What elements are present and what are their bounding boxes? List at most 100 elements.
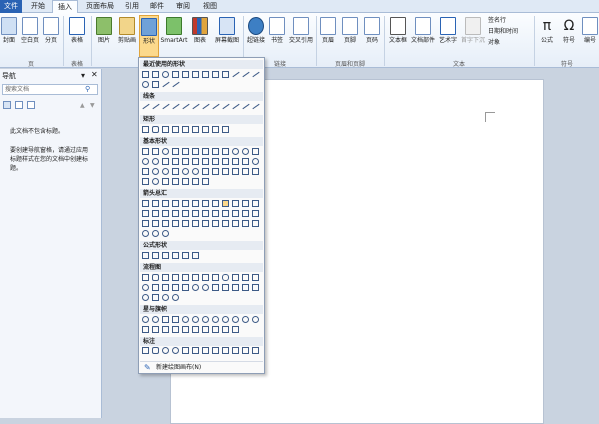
shape-item[interactable] [242, 274, 249, 281]
cross-reference-button[interactable]: 交叉引用 [287, 17, 315, 44]
signature-line-button[interactable]: 签名行 [488, 17, 528, 24]
shape-item[interactable] [202, 126, 209, 133]
shape-item[interactable] [182, 158, 189, 165]
shape-item[interactable] [142, 200, 149, 207]
shape-item[interactable] [152, 252, 159, 259]
shape-item[interactable] [232, 148, 239, 155]
picture-button[interactable]: 图片 [93, 17, 115, 44]
shape-item[interactable] [152, 210, 159, 217]
shape-item[interactable] [242, 168, 249, 175]
shape-item[interactable] [232, 347, 239, 354]
shape-item[interactable] [142, 178, 149, 185]
shape-item[interactable] [222, 168, 229, 175]
shape-item[interactable] [242, 210, 249, 217]
header-button[interactable]: 页眉 [319, 17, 337, 44]
new-drawing-canvas-item[interactable]: ✎ 新建绘图画布(N) [140, 361, 263, 373]
line-shape-item[interactable] [172, 103, 180, 110]
line-shape-item[interactable] [252, 71, 260, 78]
shape-item[interactable] [172, 200, 179, 207]
next-arrow-icon[interactable]: ▼ [90, 102, 95, 109]
pane-menu-icon[interactable]: ▾ [81, 71, 85, 80]
equation-button[interactable]: π 公式 [538, 17, 556, 44]
shape-item[interactable] [172, 252, 179, 259]
shape-item[interactable] [202, 316, 209, 323]
shape-item[interactable] [152, 158, 159, 165]
shape-item[interactable] [192, 178, 199, 185]
line-shape-item[interactable] [212, 103, 220, 110]
shape-item[interactable] [182, 200, 189, 207]
symbol-button[interactable]: Ω 符号 [560, 17, 578, 44]
page-break-button[interactable]: 分页 [42, 17, 60, 44]
shape-item[interactable] [142, 230, 149, 237]
shape-item[interactable] [192, 316, 199, 323]
shape-item[interactable] [222, 148, 229, 155]
shape-item[interactable] [172, 316, 179, 323]
shape-item[interactable] [202, 284, 209, 291]
shape-item[interactable] [172, 284, 179, 291]
shape-item[interactable] [142, 148, 149, 155]
tab-insert[interactable]: 插入 [52, 0, 78, 14]
line-shape-item[interactable] [202, 103, 210, 110]
shape-item[interactable] [232, 168, 239, 175]
shape-item[interactable] [222, 71, 229, 78]
shape-item[interactable] [172, 274, 179, 281]
shape-item[interactable] [142, 168, 149, 175]
shape-item[interactable] [182, 326, 189, 333]
shape-item[interactable] [242, 158, 249, 165]
shape-item[interactable] [232, 158, 239, 165]
shape-item[interactable] [212, 210, 219, 217]
shape-item[interactable] [202, 148, 209, 155]
tab-file[interactable]: 文件 [0, 0, 22, 13]
shape-item[interactable] [152, 71, 159, 78]
shape-item[interactable] [202, 210, 209, 217]
line-shape-item[interactable] [162, 81, 170, 88]
shape-item[interactable] [252, 220, 259, 227]
shape-item[interactable] [172, 220, 179, 227]
line-shape-item[interactable] [192, 103, 200, 110]
shape-item[interactable] [142, 126, 149, 133]
bookmark-button[interactable]: 书签 [268, 17, 286, 44]
shape-item[interactable] [162, 220, 169, 227]
shape-item[interactable] [172, 294, 179, 301]
shape-item[interactable] [222, 326, 229, 333]
shape-item[interactable] [252, 158, 259, 165]
shape-item[interactable] [222, 200, 229, 207]
shape-item[interactable] [252, 168, 259, 175]
shape-item[interactable] [222, 126, 229, 133]
shape-item[interactable] [152, 274, 159, 281]
shape-item[interactable] [152, 126, 159, 133]
shape-item[interactable] [192, 200, 199, 207]
shape-item[interactable] [232, 210, 239, 217]
close-icon[interactable]: ✕ [91, 70, 98, 79]
shape-item[interactable] [172, 168, 179, 175]
shape-item[interactable] [202, 168, 209, 175]
tab-view[interactable]: 视图 [198, 0, 222, 13]
shape-item[interactable] [142, 220, 149, 227]
shape-item[interactable] [202, 71, 209, 78]
shape-item[interactable] [202, 178, 209, 185]
shape-item[interactable] [172, 326, 179, 333]
shape-item[interactable] [182, 210, 189, 217]
shape-item[interactable] [152, 294, 159, 301]
headings-view-tab[interactable] [3, 101, 11, 109]
shape-item[interactable] [252, 316, 259, 323]
shape-item[interactable] [162, 210, 169, 217]
shape-item[interactable] [222, 316, 229, 323]
blank-page-button[interactable]: 空白页 [19, 17, 41, 44]
shape-item[interactable] [142, 252, 149, 259]
shape-item[interactable] [172, 148, 179, 155]
shape-item[interactable] [162, 252, 169, 259]
date-time-button[interactable]: 日期和时间 [488, 28, 532, 35]
shape-item[interactable] [182, 148, 189, 155]
shape-item[interactable] [182, 168, 189, 175]
tab-review[interactable]: 审阅 [172, 0, 194, 13]
shape-item[interactable] [192, 220, 199, 227]
shape-item[interactable] [182, 71, 189, 78]
shape-item[interactable] [162, 200, 169, 207]
shape-item[interactable] [162, 230, 169, 237]
shape-item[interactable] [162, 168, 169, 175]
shape-item[interactable] [152, 347, 159, 354]
shape-item[interactable] [142, 158, 149, 165]
shape-item[interactable] [142, 284, 149, 291]
shape-item[interactable] [192, 148, 199, 155]
